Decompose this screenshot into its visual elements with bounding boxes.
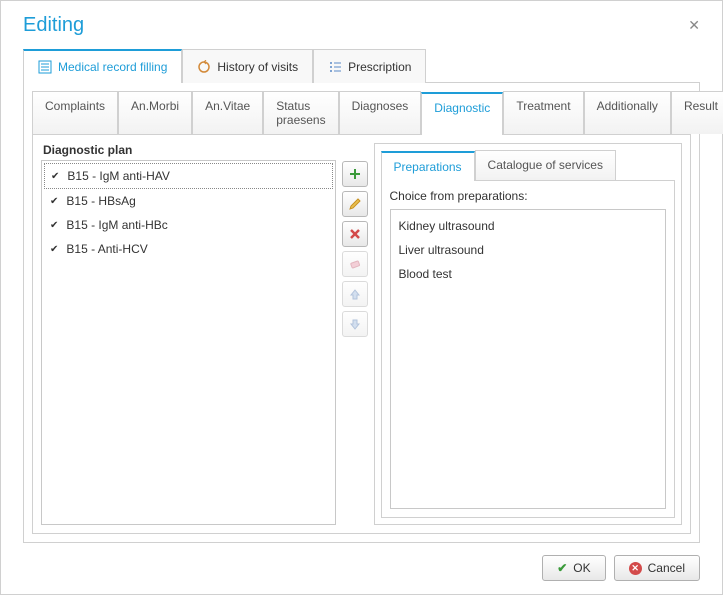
diagnostic-plan-column: Diagnostic plan ✔ B15 - IgM anti-HAV ✔ B… xyxy=(41,143,336,525)
tab-label: History of visits xyxy=(217,60,298,74)
tab-status-praesens[interactable]: Status praesens xyxy=(263,91,338,134)
title-bar: Editing ✕ xyxy=(1,1,722,48)
diagnostic-plan-title: Diagnostic plan xyxy=(41,143,336,157)
action-buttons-column xyxy=(342,143,368,525)
list-item[interactable]: ✔ B15 - IgM anti-HBc xyxy=(44,213,333,237)
tab-label: Prescription xyxy=(348,60,411,74)
diagnostic-panel: Diagnostic plan ✔ B15 - IgM anti-HAV ✔ B… xyxy=(32,134,691,534)
list-item-label: B15 - IgM anti-HAV xyxy=(67,169,169,183)
list-numbered-icon xyxy=(328,60,342,74)
delete-button[interactable] xyxy=(342,221,368,247)
check-icon: ✔ xyxy=(50,220,58,231)
pencil-icon xyxy=(348,197,362,211)
list-item[interactable]: ✔ B15 - HBsAg xyxy=(44,189,333,213)
button-label: OK xyxy=(573,561,590,575)
tab-result[interactable]: Result xyxy=(671,91,723,134)
tab-treatment[interactable]: Treatment xyxy=(503,91,583,134)
list-item-label: B15 - IgM anti-HBc xyxy=(66,218,167,232)
cancel-button[interactable]: ✕ Cancel xyxy=(614,555,700,581)
add-button[interactable] xyxy=(342,161,368,187)
preparations-list[interactable]: Kidney ultrasound Liver ultrasound Blood… xyxy=(390,209,667,509)
check-icon: ✔ xyxy=(50,244,58,255)
tab-diagnostic[interactable]: Diagnostic xyxy=(421,92,503,135)
tab-an-morbi[interactable]: An.Morbi xyxy=(118,91,192,134)
tab-medical-record-filling[interactable]: Medical record filling xyxy=(23,49,182,83)
choice-label: Choice from preparations: xyxy=(390,189,667,203)
diagnostic-plan-list[interactable]: ✔ B15 - IgM anti-HAV ✔ B15 - HBsAg ✔ B15… xyxy=(41,160,336,525)
inner-tabs: Complaints An.Morbi An.Vitae Status prae… xyxy=(32,91,691,134)
tab-history-of-visits[interactable]: History of visits xyxy=(182,49,313,83)
list-item[interactable]: Kidney ultrasound xyxy=(395,214,662,238)
eraser-icon xyxy=(348,257,362,271)
check-icon: ✔ xyxy=(557,561,567,575)
close-icon[interactable]: ✕ xyxy=(684,13,704,38)
tab-additionally[interactable]: Additionally xyxy=(584,91,671,134)
edit-button[interactable] xyxy=(342,191,368,217)
tab-label: Medical record filling xyxy=(58,60,167,74)
erase-button[interactable] xyxy=(342,251,368,277)
ok-button[interactable]: ✔ OK xyxy=(542,555,605,581)
preparations-panel: Choice from preparations: Kidney ultraso… xyxy=(381,180,676,518)
cancel-icon: ✕ xyxy=(629,562,642,575)
list-item-label: B15 - HBsAg xyxy=(66,194,135,208)
tab-diagnoses[interactable]: Diagnoses xyxy=(339,91,422,134)
list-item[interactable]: ✔ B15 - Anti-HCV xyxy=(44,237,333,261)
arrow-up-icon xyxy=(348,287,362,301)
list-item-label: B15 - Anti-HCV xyxy=(66,242,147,256)
outer-tabs: Medical record filling History of visits… xyxy=(23,48,700,82)
preparations-column: Preparations Catalogue of services Choic… xyxy=(374,143,683,525)
window-title: Editing xyxy=(23,14,84,37)
check-icon: ✔ xyxy=(51,171,59,182)
arrow-down-icon xyxy=(348,317,362,331)
refresh-icon xyxy=(197,60,211,74)
list-item[interactable]: Liver ultrasound xyxy=(395,238,662,262)
document-lines-icon xyxy=(38,60,52,74)
sub-tabs: Preparations Catalogue of services xyxy=(381,150,676,180)
main-panel: Complaints An.Morbi An.Vitae Status prae… xyxy=(23,82,700,543)
editing-dialog: Editing ✕ Medical record filling History… xyxy=(0,0,723,595)
move-down-button[interactable] xyxy=(342,311,368,337)
tab-preparations[interactable]: Preparations xyxy=(381,151,475,181)
move-up-button[interactable] xyxy=(342,281,368,307)
list-item[interactable]: Blood test xyxy=(395,262,662,286)
tab-complaints[interactable]: Complaints xyxy=(32,91,118,134)
tab-prescription[interactable]: Prescription xyxy=(313,49,426,83)
tab-an-vitae[interactable]: An.Vitae xyxy=(192,91,263,134)
dialog-footer: ✔ OK ✕ Cancel xyxy=(1,555,722,597)
check-icon: ✔ xyxy=(50,196,58,207)
tab-catalogue-of-services[interactable]: Catalogue of services xyxy=(475,150,616,180)
list-item[interactable]: ✔ B15 - IgM anti-HAV xyxy=(44,163,333,189)
button-label: Cancel xyxy=(648,561,685,575)
plus-icon xyxy=(348,167,362,181)
x-icon xyxy=(348,227,362,241)
